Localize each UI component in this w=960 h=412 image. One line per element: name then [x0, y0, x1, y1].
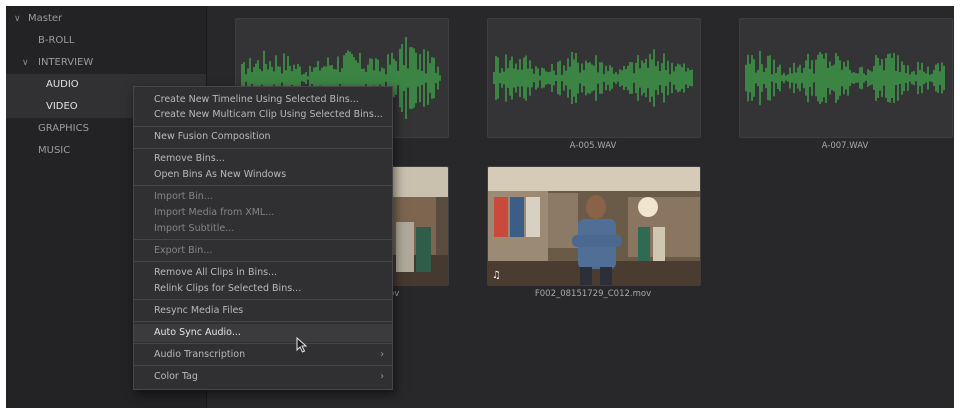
chevron-down-icon[interactable]: ∨ — [22, 52, 29, 74]
menu-item-relink-clips[interactable]: Relink Clips for Selected Bins... — [134, 281, 392, 296]
mouse-cursor-icon — [296, 337, 308, 353]
menu-divider — [134, 321, 392, 322]
menu-item-export-bin[interactable]: Export Bin... — [134, 243, 392, 258]
menu-item-label: Color Tag — [154, 371, 198, 382]
waveform-icon — [745, 50, 945, 106]
menu-item-import-bin[interactable]: Import Bin... — [134, 189, 392, 204]
menu-item-label: Audio Transcription — [154, 349, 246, 360]
menu-divider — [134, 343, 392, 344]
bin-interview[interactable]: ∨ INTERVIEW — [6, 52, 206, 74]
video-thumbnail-icon — [488, 167, 700, 285]
menu-item-audio-transcription[interactable]: Audio Transcription › — [134, 347, 392, 362]
bin-label: INTERVIEW — [38, 57, 94, 68]
bin-label: B-ROLL — [38, 35, 75, 46]
bin-b-roll[interactable]: B-ROLL — [6, 30, 206, 52]
bin-label: AUDIO — [46, 79, 79, 90]
menu-item-remove-bins[interactable]: Remove Bins... — [134, 151, 392, 166]
menu-divider — [134, 365, 392, 366]
menu-item-new-fusion-composition[interactable]: New Fusion Composition — [134, 129, 392, 144]
clip-thumbnail-audio[interactable] — [487, 18, 701, 138]
clip-thumbnail-audio[interactable] — [739, 18, 953, 138]
bin-label: Master — [28, 13, 63, 24]
bin-label: MUSIC — [38, 145, 71, 156]
menu-divider — [134, 261, 392, 262]
clip-name: A-007.WAV — [821, 141, 869, 151]
menu-divider — [134, 299, 392, 300]
clip-thumbnail-video[interactable]: ♫ — [487, 166, 701, 286]
menu-item-import-xml[interactable]: Import Media from XML... — [134, 205, 392, 220]
bin-context-menu: Create New Timeline Using Selected Bins.… — [133, 86, 393, 390]
menu-item-import-subtitle[interactable]: Import Subtitle... — [134, 221, 392, 236]
bin-label: GRAPHICS — [38, 123, 89, 134]
menu-item-create-multicam[interactable]: Create New Multicam Clip Using Selected … — [134, 107, 392, 122]
chevron-down-icon[interactable]: ∨ — [14, 8, 21, 30]
waveform-icon — [493, 49, 693, 107]
clip-name: A-005.WAV — [569, 141, 617, 151]
chevron-right-icon: › — [380, 349, 384, 360]
music-note-icon: ♫ — [492, 270, 501, 281]
menu-item-create-timeline[interactable]: Create New Timeline Using Selected Bins.… — [134, 92, 392, 107]
menu-divider — [134, 239, 392, 240]
bin-label: VIDEO — [46, 101, 78, 112]
menu-divider — [134, 185, 392, 186]
clip-name: F002_08151729_C012.mov — [534, 289, 652, 299]
menu-divider — [134, 148, 392, 149]
menu-item-resync-media[interactable]: Resync Media Files — [134, 303, 392, 318]
menu-item-auto-sync-audio[interactable]: Auto Sync Audio... — [134, 324, 392, 342]
menu-divider — [134, 126, 392, 127]
menu-item-remove-all-clips[interactable]: Remove All Clips in Bins... — [134, 265, 392, 280]
chevron-right-icon: › — [380, 371, 384, 382]
bin-master[interactable]: ∨ Master — [6, 8, 206, 30]
menu-item-open-bins-new-windows[interactable]: Open Bins As New Windows — [134, 167, 392, 182]
menu-item-color-tag[interactable]: Color Tag › — [134, 369, 392, 384]
